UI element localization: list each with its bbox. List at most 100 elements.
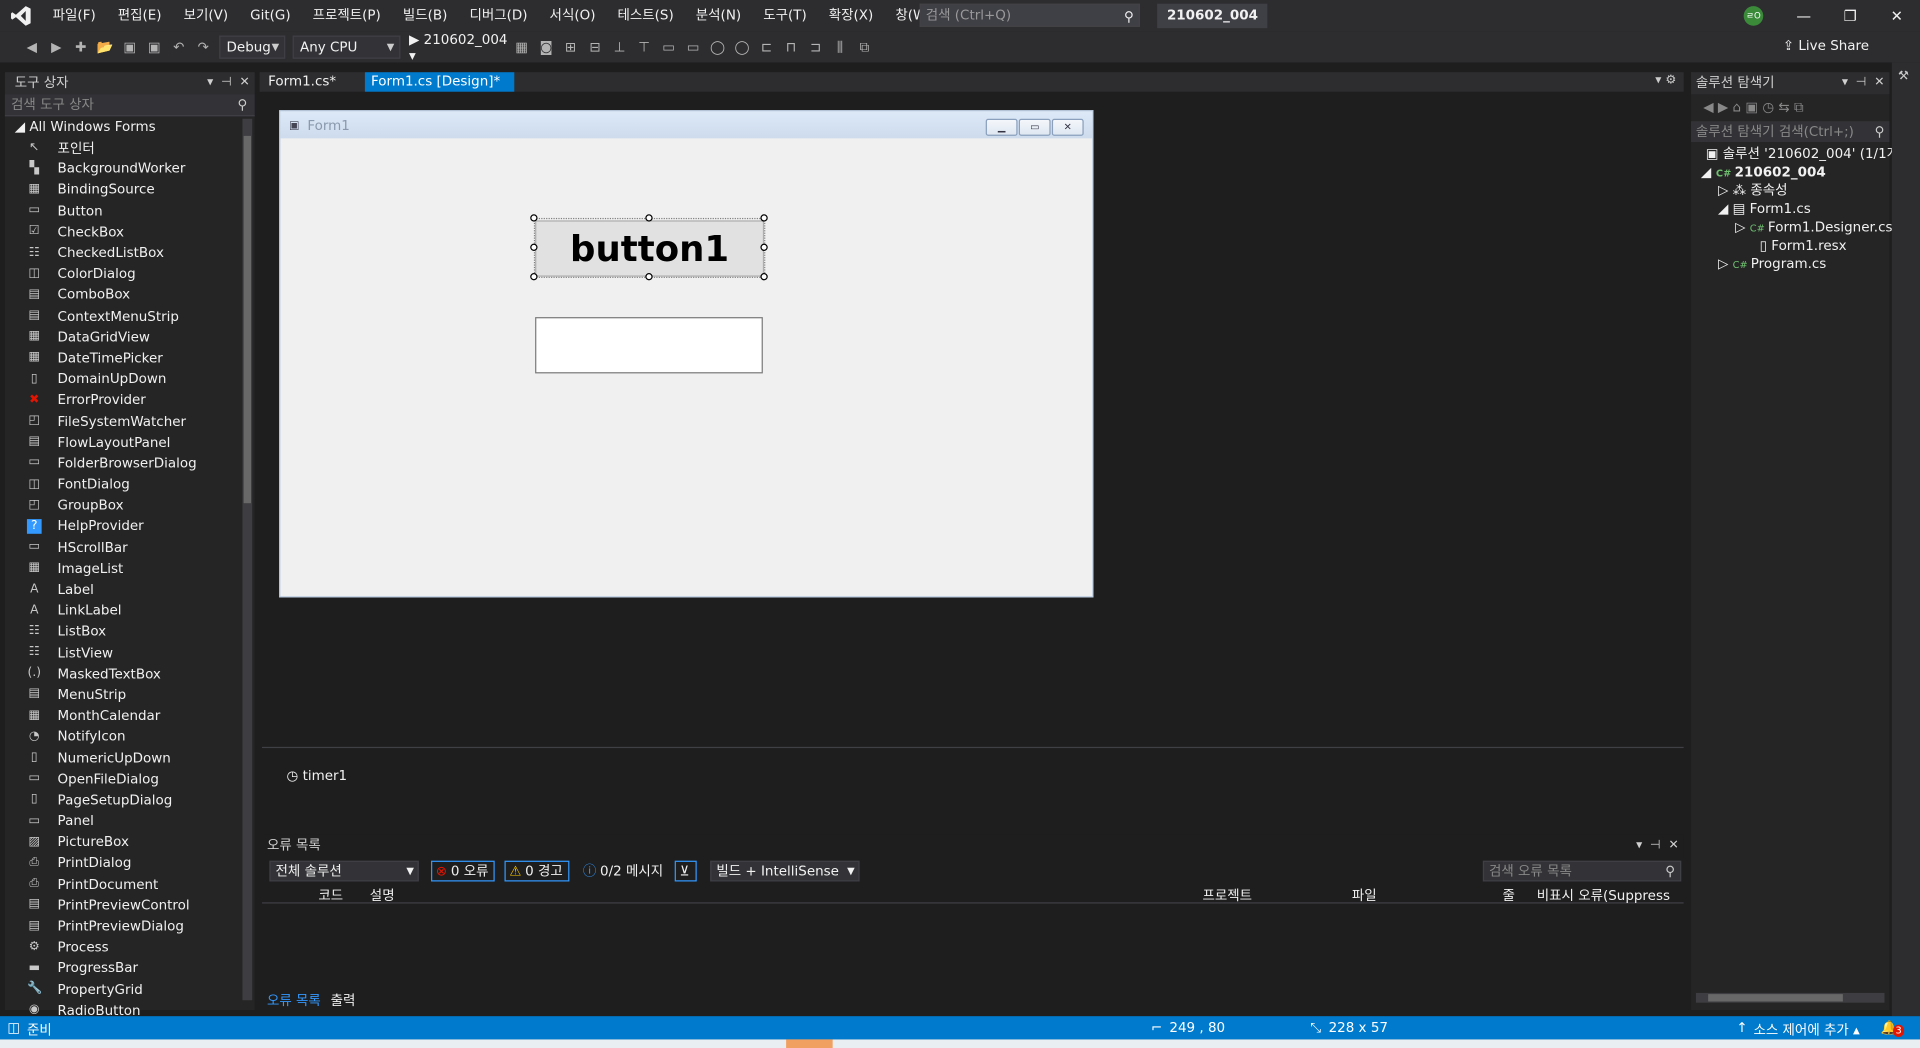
toolbox-search-input[interactable]: 검색 도구 상자 ⚲: [4, 94, 255, 117]
toolbox-item[interactable]: ▚ BackgroundWorker: [5, 158, 255, 179]
resize-handle-ne[interactable]: [760, 214, 768, 222]
toolbox-item[interactable]: ▤ FlowLayoutPanel: [5, 432, 255, 453]
resize-handle-sw[interactable]: [530, 273, 538, 281]
forward-icon[interactable]: ▶: [48, 39, 65, 55]
panel-controls[interactable]: ▾ ⊣ ✕: [1842, 72, 1885, 94]
scrollbar-thumb[interactable]: [1708, 994, 1843, 1002]
col-project[interactable]: 프로젝트: [1202, 885, 1252, 905]
toolbox-item[interactable]: ◫ ColorDialog: [5, 263, 255, 284]
layout-vert-icon[interactable]: ⊥: [611, 39, 628, 55]
toolbox-item[interactable]: ⎙ PrintDialog: [5, 853, 255, 874]
align-left-icon[interactable]: ⊏: [758, 39, 775, 55]
tab-overflow-icon[interactable]: ▾ ⚙: [1655, 73, 1676, 86]
minimize-button[interactable]: —: [1782, 0, 1826, 32]
resize-handle-w[interactable]: [530, 243, 538, 251]
save-all-icon[interactable]: ▣: [146, 39, 163, 55]
align-right-icon[interactable]: ⊐: [807, 39, 824, 55]
toolbox-item[interactable]: A Label: [5, 579, 255, 600]
toolbox-item[interactable]: ▤ PrintPreviewDialog: [5, 916, 255, 937]
toolbox-item[interactable]: ▦ MonthCalendar: [5, 705, 255, 726]
resize-handle-nw[interactable]: [530, 214, 538, 222]
timer1-component[interactable]: ◷ timer1: [287, 768, 348, 784]
restore-button[interactable]: ❐: [1828, 0, 1872, 32]
resize-handle-n[interactable]: [645, 214, 653, 222]
quick-search-input[interactable]: 검색 (Ctrl+Q) ⚲: [919, 3, 1141, 27]
col-file[interactable]: 파일: [1352, 885, 1377, 905]
shape-oval2-icon[interactable]: ◯: [733, 39, 750, 55]
toolbox-item[interactable]: A LinkLabel: [5, 600, 255, 621]
expand-icon[interactable]: ◢: [1701, 164, 1716, 180]
toolbox-item[interactable]: ▤ ContextMenuStrip: [5, 305, 255, 326]
toolbox-item[interactable]: ▬ ProgressBar: [5, 958, 255, 979]
toolbox-item[interactable]: ▨ PictureBox: [5, 832, 255, 853]
toolbox-item[interactable]: ☷ CheckedListBox: [5, 242, 255, 263]
toolbox-item[interactable]: ▯ NumericUpDown: [5, 747, 255, 768]
open-folder-icon[interactable]: 📂: [97, 39, 114, 55]
collapse-icon[interactable]: ▷: [1735, 219, 1750, 235]
shape-oval-icon[interactable]: ◯: [709, 39, 726, 55]
tree-project[interactable]: ◢ C# 210602_004: [1691, 163, 1889, 181]
tree-form1-designer[interactable]: ▷ C# Form1.Designer.cs: [1691, 218, 1892, 236]
toolbox-item[interactable]: ▦ BindingSource: [5, 179, 255, 200]
layout-horz-icon[interactable]: ⊤: [636, 39, 653, 55]
resize-handle-s[interactable]: [645, 273, 653, 281]
toolbox-item[interactable]: ☑ CheckBox: [5, 221, 255, 242]
spacing-icon[interactable]: ⫼: [831, 39, 848, 56]
menu-tools[interactable]: 도구(T): [752, 0, 818, 32]
toolbox-item[interactable]: ☷ ListBox: [5, 621, 255, 642]
col-description[interactable]: 설명: [370, 885, 395, 905]
toolbox-item[interactable]: ? HelpProvider: [5, 516, 255, 537]
toolbox-item[interactable]: ▦ ImageList: [5, 558, 255, 579]
close-button[interactable]: ✕: [1875, 0, 1919, 32]
toolbox-item[interactable]: ▭ Panel: [5, 810, 255, 831]
toolbox-item[interactable]: ◔ NotifyIcon: [5, 726, 255, 747]
toolbox-item[interactable]: ⚙ Process: [5, 937, 255, 958]
errors-filter-button[interactable]: ⊗ 0 오류: [431, 860, 495, 882]
save-icon[interactable]: ▣: [121, 39, 138, 55]
menu-extensions[interactable]: 확장(X): [818, 0, 885, 32]
toolbox-item[interactable]: ↖ 포인터: [5, 137, 255, 158]
menu-format[interactable]: 서식(O): [539, 0, 607, 32]
menu-git[interactable]: Git(G): [239, 0, 301, 32]
tree-solution[interactable]: ▣ 솔루션 '210602_004' (1/1개 프: [1691, 144, 1916, 162]
menu-analyze[interactable]: 분석(N): [685, 0, 752, 32]
resize-handle-se[interactable]: [760, 273, 768, 281]
error-search-input[interactable]: 검색 오류 목록 ⚲: [1482, 860, 1682, 882]
menu-debug[interactable]: 디버그(D): [458, 0, 538, 32]
toolbox-item[interactable]: ▦ DateTimePicker: [5, 348, 255, 369]
toolbox-item[interactable]: (.) MaskedTextBox: [5, 663, 255, 684]
toolbox-item[interactable]: ▤ ComboBox: [5, 284, 255, 305]
toolbox-item[interactable]: ▤ MenuStrip: [5, 684, 255, 705]
tree-form1-resx[interactable]: ▯ Form1.resx: [1691, 236, 1889, 254]
layout-grid-icon[interactable]: ⊟: [587, 39, 604, 55]
solution-explorer-hscrollbar[interactable]: [1695, 992, 1885, 1003]
shape-rect2-icon[interactable]: ▭: [684, 39, 701, 55]
tab-form1-cs[interactable]: Form1.cs*: [262, 72, 342, 92]
solution-explorer-search-input[interactable]: 솔루션 탐색기 검색(Ctrl+;) ⚲: [1691, 121, 1890, 143]
toolbox-item[interactable]: ✖ ErrorProvider: [5, 390, 255, 411]
source-control-button[interactable]: 소스 제어에 추가 ▴: [1753, 1020, 1859, 1040]
toolbox-item[interactable]: ▯ PageSetupDialog: [5, 789, 255, 810]
button1-control[interactable]: button1: [535, 220, 765, 277]
toolbox-item[interactable]: ☷ ListView: [5, 642, 255, 663]
messages-filter-button[interactable]: ⓘ 0/2 메시지: [578, 861, 669, 882]
resize-handle-e[interactable]: [760, 243, 768, 251]
tree-dependencies[interactable]: ▷ ⁂ 종속성: [1691, 181, 1889, 199]
error-scope-dropdown[interactable]: 전체 솔루션 ▼: [269, 860, 419, 882]
screenshot-icon[interactable]: ◙: [538, 39, 555, 55]
live-share-button[interactable]: ⇪ Live Share: [1783, 38, 1869, 54]
build-filter-dropdown[interactable]: 빌드 + IntelliSense ▼: [710, 860, 860, 882]
toolbox-scrollbar[interactable]: [242, 118, 253, 1001]
tab-output[interactable]: 출력: [331, 990, 356, 1010]
collapse-icon[interactable]: ▷: [1718, 256, 1733, 272]
textbox1-control[interactable]: [535, 317, 763, 374]
toolbox-item[interactable]: 🔧 PropertyGrid: [5, 979, 255, 1000]
toolbox-category[interactable]: ◢ All Windows Forms: [5, 116, 255, 137]
tab-order-icon[interactable]: ⧉: [856, 39, 873, 56]
toolbox-item[interactable]: ▭ FolderBrowserDialog: [5, 453, 255, 474]
tab-form1-design[interactable]: Form1.cs [Design]* ⊸ ✕: [364, 72, 515, 109]
layout-align-icon[interactable]: ⊞: [562, 39, 579, 55]
tree-form1[interactable]: ◢ ▤ Form1.cs: [1691, 200, 1889, 218]
toolbox-item[interactable]: ⎙ PrintDocument: [5, 874, 255, 895]
configuration-dropdown[interactable]: Debug ▼: [219, 35, 286, 59]
